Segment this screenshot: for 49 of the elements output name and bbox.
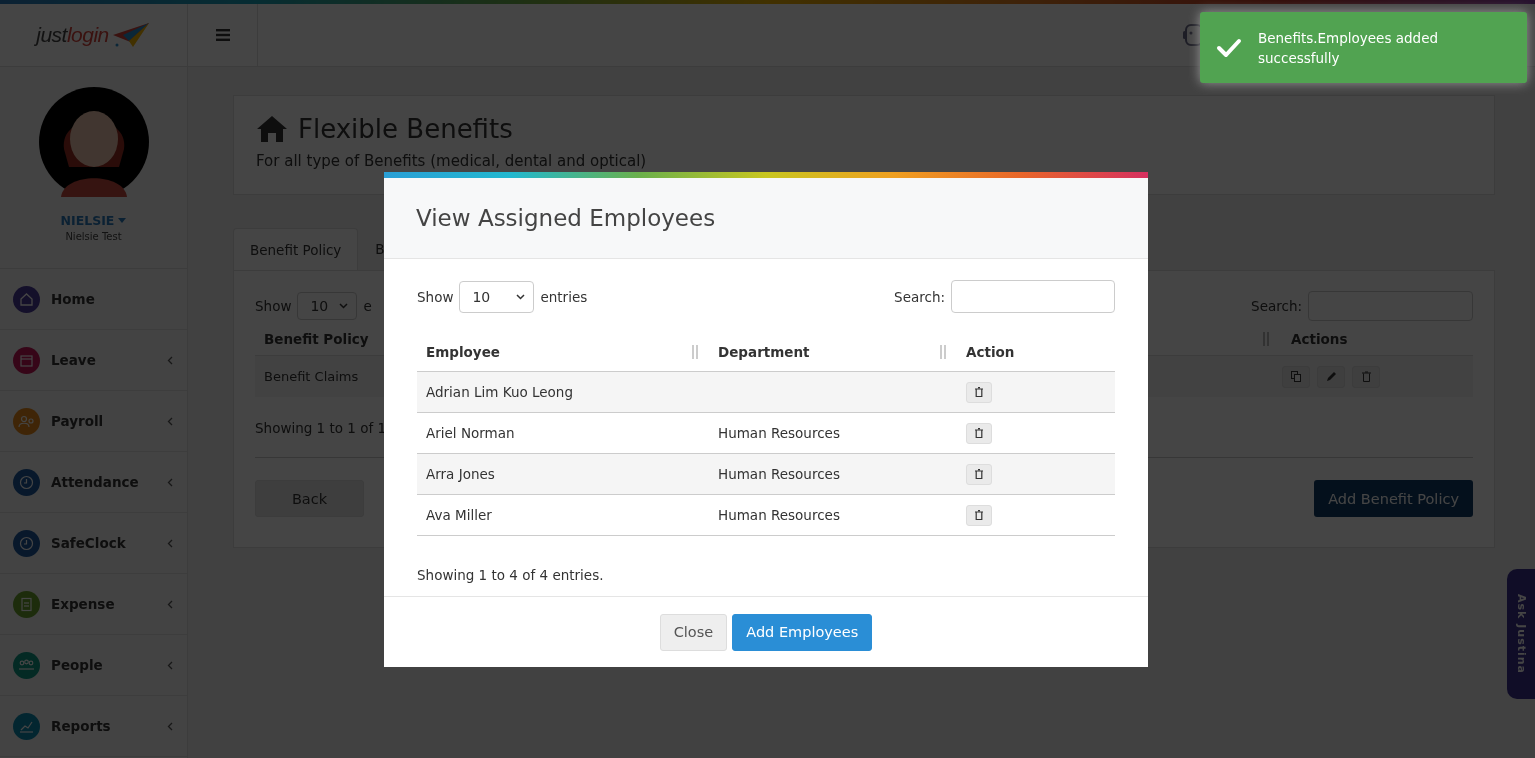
trash-icon	[975, 510, 983, 520]
table-info: Showing 1 to 4 of 4 entries.	[417, 567, 604, 583]
trash-icon	[975, 387, 983, 397]
table-cell: Human Resources	[718, 425, 840, 441]
calendar-icon	[13, 346, 40, 374]
add-employees-button[interactable]: Add Employees	[732, 613, 873, 651]
close-button[interactable]: Close	[659, 613, 728, 651]
modal-title: View Assigned Employees	[416, 205, 716, 231]
doc-icon	[13, 590, 40, 618]
user-name[interactable]: NIELSIE	[60, 213, 127, 228]
delete-button[interactable]	[966, 504, 992, 526]
table-cell: Ava Miller	[417, 494, 709, 536]
column-header[interactable]: Employee	[417, 333, 709, 372]
entries-label: entries	[540, 288, 588, 305]
chart-icon	[13, 712, 40, 740]
clock-icon	[13, 468, 40, 496]
trash-icon	[975, 469, 983, 479]
column-header: Action	[957, 333, 1115, 372]
search-field[interactable]	[951, 280, 1115, 313]
edit-button[interactable]	[1317, 365, 1345, 388]
add-policy-button[interactable]: Add Benefit Policy	[1314, 480, 1473, 517]
home-icon	[13, 285, 40, 313]
table-cell: Human Resources	[718, 466, 840, 482]
chevron-down-icon	[339, 303, 349, 309]
copy-icon	[1290, 371, 1302, 382]
table-cell: Arra Jones	[417, 453, 709, 495]
trash-icon	[975, 428, 983, 438]
pencil-icon	[1325, 371, 1337, 382]
delete-button[interactable]	[966, 422, 992, 444]
group-icon	[13, 651, 40, 679]
checkmark-icon	[1216, 37, 1242, 58]
chevron-down-icon	[516, 293, 526, 300]
table-cell: Adrian Lim Kuo Leong	[417, 371, 709, 413]
toast-message: Benefits.Employees added successfully	[1258, 28, 1440, 68]
copy-button[interactable]	[1282, 365, 1310, 388]
search-label: Search:	[894, 288, 945, 305]
table-cell: Human Resources	[718, 507, 840, 523]
show-label: Show	[417, 288, 454, 305]
home-icon	[256, 115, 288, 143]
person-icon	[13, 407, 40, 435]
trash-icon	[1361, 371, 1371, 382]
table-cell: Ariel Norman	[417, 412, 709, 454]
delete-button[interactable]	[966, 463, 992, 485]
column-header[interactable]: Department	[709, 333, 957, 372]
menu-icon	[215, 29, 230, 41]
delete-button[interactable]	[966, 381, 992, 403]
page-size-select[interactable]: 10	[459, 280, 535, 313]
caret-icon	[118, 218, 127, 223]
clock-icon	[13, 529, 40, 557]
